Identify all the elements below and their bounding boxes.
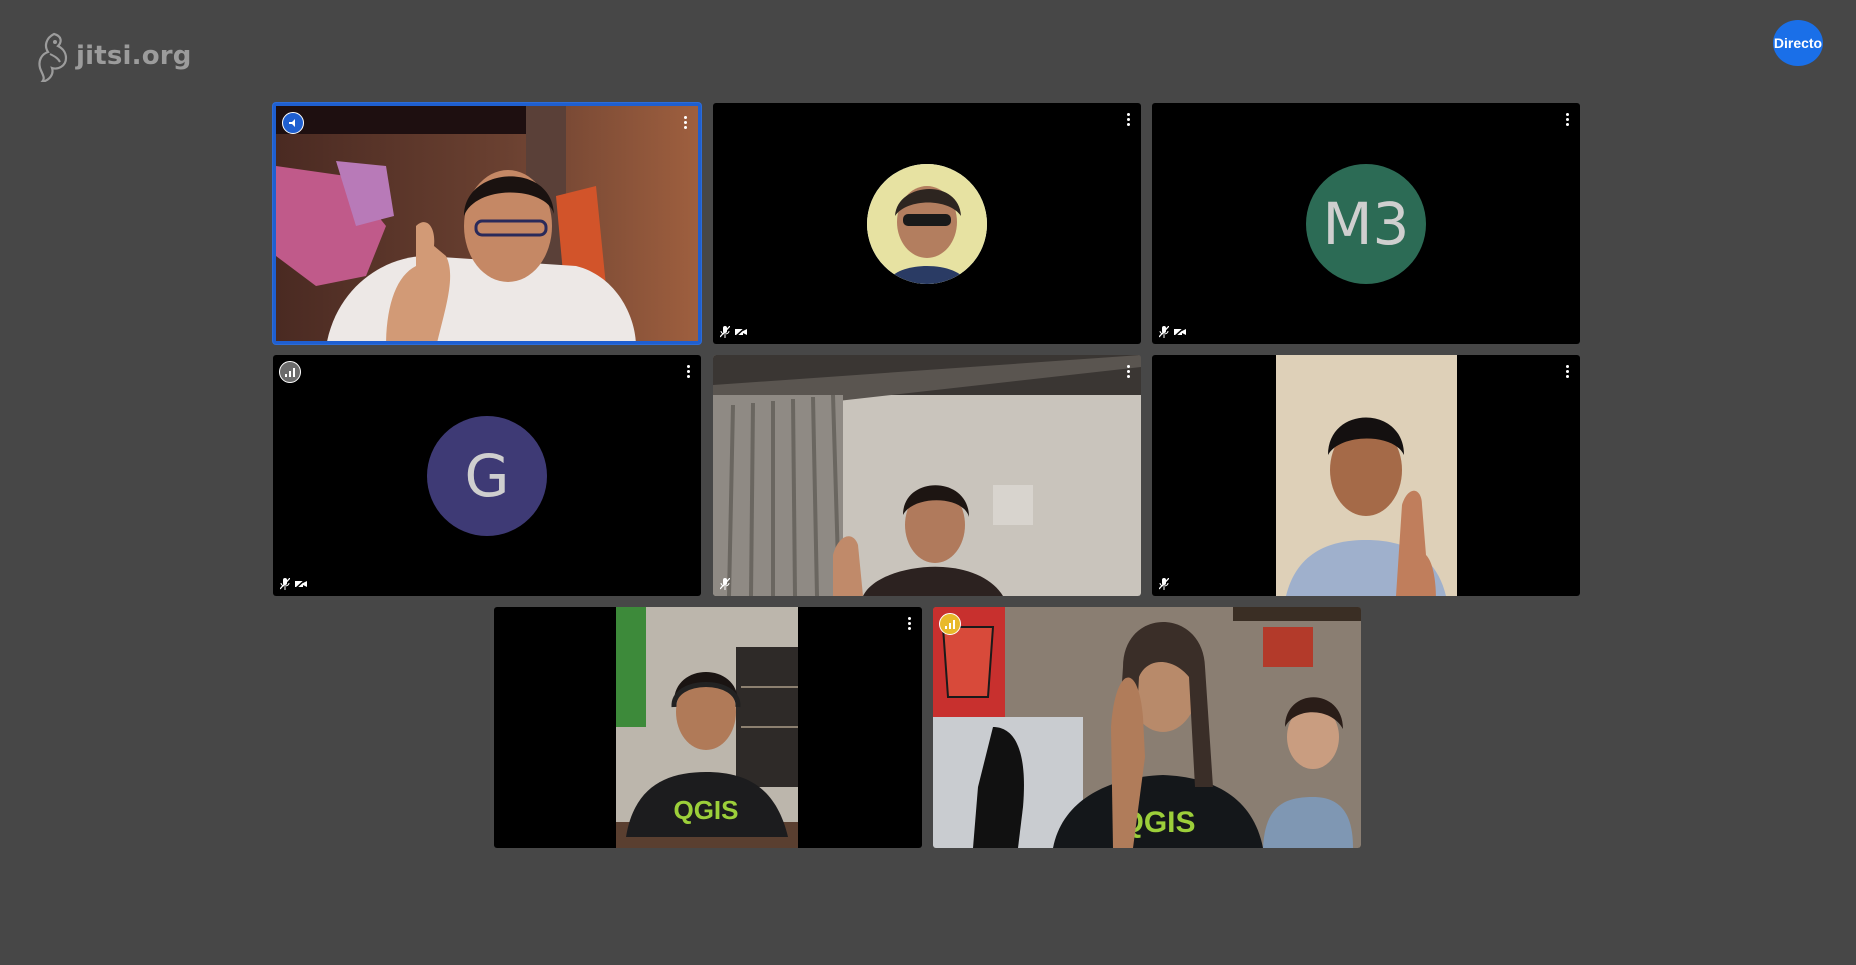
more-options-icon[interactable] <box>904 615 914 631</box>
camera-muted-icon <box>735 327 747 337</box>
participant-tile-6[interactable] <box>1152 355 1580 596</box>
more-options-icon[interactable] <box>683 363 693 379</box>
more-options-icon[interactable] <box>1123 111 1133 127</box>
status-icons <box>720 326 747 338</box>
participant-tile-5[interactable] <box>713 355 1141 596</box>
status-icons <box>720 578 730 590</box>
mic-muted-icon <box>720 578 730 590</box>
svg-text:QGIS: QGIS <box>673 795 738 825</box>
status-icons <box>280 578 307 590</box>
participant-avatar <box>867 163 987 284</box>
participant-tile-3[interactable]: M3 <box>1152 103 1580 344</box>
participant-video <box>713 355 1141 596</box>
status-icons <box>1159 578 1169 590</box>
conference-view: jitsi.org Directo M3 G QGIS QGIS <box>0 0 1856 965</box>
participant-avatar-initials: G <box>427 415 547 536</box>
participant-tile-8[interactable]: QGIS <box>933 607 1361 848</box>
participant-video <box>276 106 698 341</box>
mic-muted-icon <box>280 578 290 590</box>
camera-muted-icon <box>1174 327 1186 337</box>
participant-video: QGIS <box>616 607 798 848</box>
more-options-icon[interactable] <box>1123 363 1133 379</box>
camera-muted-icon <box>295 579 307 589</box>
participant-avatar-initials: M3 <box>1306 163 1426 284</box>
participant-tile-4[interactable]: G <box>273 355 701 596</box>
mic-muted-icon <box>1159 326 1169 338</box>
participant-tile-7[interactable]: QGIS <box>494 607 922 848</box>
participant-tile-2[interactable] <box>713 103 1141 344</box>
jitsi-logo-icon <box>38 32 68 82</box>
participant-video <box>1276 355 1457 596</box>
participant-video: QGIS <box>933 607 1361 848</box>
more-options-icon[interactable] <box>1562 111 1572 127</box>
dominant-speaker-icon <box>282 112 304 134</box>
more-options-icon[interactable] <box>1562 363 1572 379</box>
more-options-icon[interactable] <box>680 114 690 130</box>
jitsi-logo[interactable]: jitsi.org <box>36 30 192 82</box>
mic-muted-icon <box>1159 578 1169 590</box>
participant-tile-1[interactable] <box>273 103 701 344</box>
live-stream-badge[interactable]: Directo <box>1773 20 1823 66</box>
connection-warning-icon <box>939 613 961 635</box>
status-icons <box>1159 326 1186 338</box>
connection-status-icon <box>279 361 301 383</box>
logo-text: jitsi.org <box>76 41 192 71</box>
mic-muted-icon <box>720 326 730 338</box>
